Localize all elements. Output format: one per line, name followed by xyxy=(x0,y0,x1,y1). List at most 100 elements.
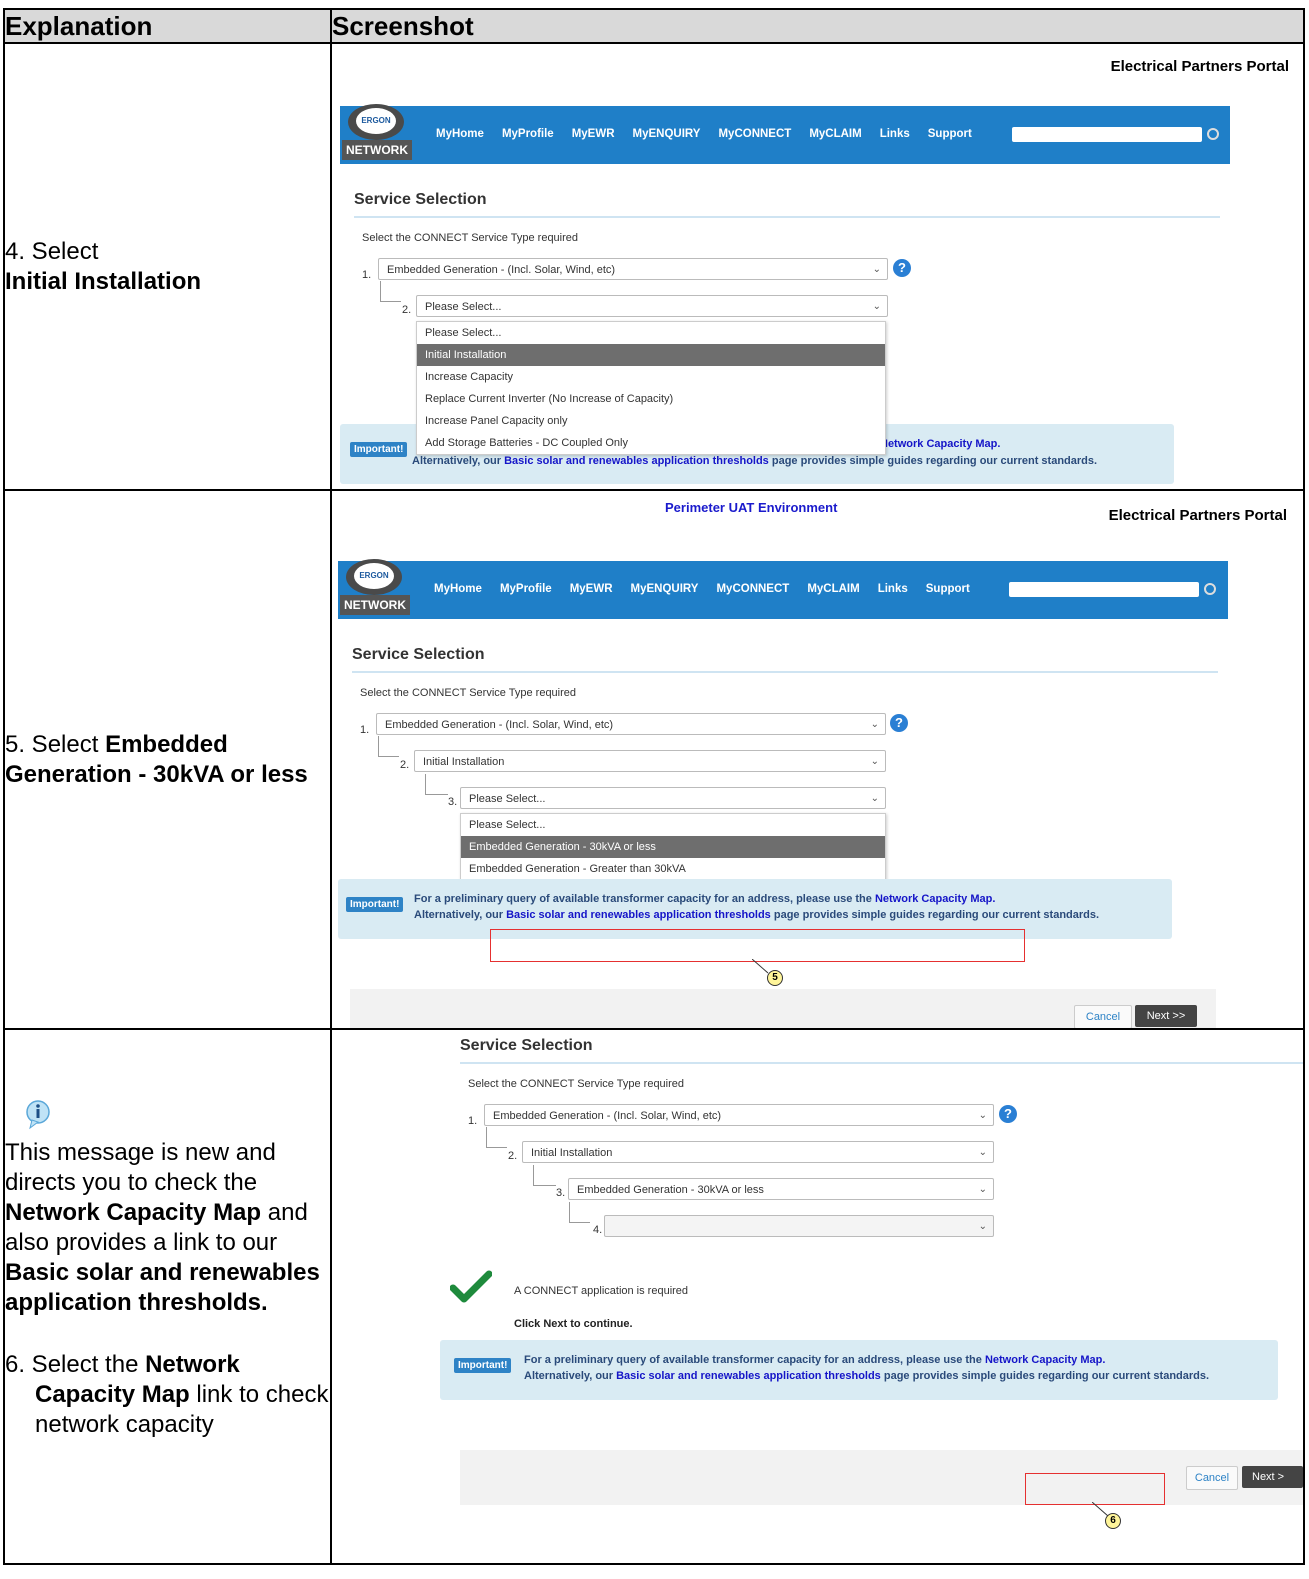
service-type-select-2[interactable]: Please Select... ⌄ xyxy=(416,295,888,317)
nav-myenquiry[interactable]: MyENQUIRY xyxy=(633,128,701,140)
nav-myewr[interactable]: MyEWR xyxy=(570,583,613,595)
dropdown-option[interactable]: Increase Capacity xyxy=(417,366,885,388)
nav-myenquiry[interactable]: MyENQUIRY xyxy=(631,583,699,595)
service-type-select-2[interactable]: Initial Installation ⌄ xyxy=(414,750,886,772)
checkmark-icon xyxy=(450,1270,492,1303)
tree-connector xyxy=(486,1127,507,1148)
chevron-down-icon: ⌄ xyxy=(870,719,879,730)
chevron-down-icon: ⌄ xyxy=(870,793,879,804)
dropdown-option[interactable]: Please Select... xyxy=(461,814,885,836)
highlight-box-5 xyxy=(490,929,1025,962)
dropdown-option[interactable]: Embedded Generation - Greater than 30kVA xyxy=(461,858,885,880)
instruction-table: Explanation Screenshot 4. Select Initial… xyxy=(3,8,1305,1565)
step-number-3: 3. xyxy=(448,796,458,808)
nav-links-item[interactable]: Links xyxy=(880,128,910,140)
service-type-select-2[interactable]: Initial Installation ⌄ xyxy=(522,1141,994,1163)
next-button[interactable]: Next > xyxy=(1242,1466,1302,1488)
basic-solar-thresholds-link[interactable]: Basic solar and renewables application t… xyxy=(616,1370,881,1382)
dropdown-option[interactable]: Replace Current Inverter (No Increase of… xyxy=(417,388,885,410)
form-footer xyxy=(460,1450,1302,1505)
step-number-2: 2. xyxy=(400,759,410,771)
uat-environment-label: Perimeter UAT Environment xyxy=(665,500,838,515)
nav-myprofile[interactable]: MyProfile xyxy=(500,583,552,595)
chevron-down-icon: ⌄ xyxy=(872,301,881,312)
tree-connector xyxy=(569,1202,590,1223)
network-capacity-map-link[interactable]: Network Capacity Map. xyxy=(875,893,995,905)
explanation-step-4: 4. Select Initial Installation xyxy=(3,42,332,491)
nav-myconnect[interactable]: MyCONNECT xyxy=(716,583,789,595)
nav-myclaim[interactable]: MyCLAIM xyxy=(807,583,859,595)
explanation-step-5: 5. Select Embedded Generation - 30kVA or… xyxy=(3,489,332,1030)
nav-support[interactable]: Support xyxy=(926,583,970,595)
nav-links: MyHome MyProfile MyEWR MyENQUIRY MyCONNECT My… xyxy=(436,128,990,140)
header-screenshot: Screenshot xyxy=(330,8,1305,44)
screenshot-step-4: Electrical Partners Portal ERGON NETWORK… xyxy=(330,42,1305,491)
service-type-select-1[interactable]: Embedded Generation - (Incl. Solar, Wind… xyxy=(484,1104,994,1126)
dropdown-option[interactable]: Add Storage Batteries - DC Coupled Only xyxy=(417,432,885,454)
search-icon[interactable] xyxy=(1204,583,1216,595)
service-type-select-3[interactable]: Embedded Generation - 30kVA or less ⌄ xyxy=(568,1178,994,1200)
step-6-prefix: 6. Select the xyxy=(5,1351,146,1378)
tree-connector xyxy=(380,281,401,302)
service-type-prompt: Select the CONNECT Service Type required xyxy=(468,1078,685,1090)
explanation-step-6: This message is new and directs you to c… xyxy=(3,1028,332,1565)
service-type-prompt: Select the CONNECT Service Type required xyxy=(362,232,579,244)
tree-connector xyxy=(425,774,448,795)
nav-myconnect[interactable]: MyCONNECT xyxy=(718,128,791,140)
basic-solar-thresholds-link[interactable]: Basic solar and renewables application t… xyxy=(506,909,771,921)
service-type-select-1[interactable]: Embedded Generation - (Incl. Solar, Wind… xyxy=(376,713,886,735)
basic-solar-thresholds-link[interactable]: Basic solar and renewables application t… xyxy=(504,455,769,467)
note-d: Basic solar and renewables application t… xyxy=(5,1259,320,1316)
dropdown-option[interactable]: Increase Panel Capacity only xyxy=(417,410,885,432)
search-input[interactable] xyxy=(1009,582,1199,597)
nav-myewr[interactable]: MyEWR xyxy=(572,128,615,140)
network-capacity-map-link[interactable]: Network Capacity Map. xyxy=(880,438,1000,450)
help-icon[interactable]: ? xyxy=(999,1105,1017,1123)
header-explanation: Explanation xyxy=(3,8,332,44)
service-selection-title: Service Selection xyxy=(352,646,485,663)
chevron-down-icon: ⌄ xyxy=(978,1184,987,1195)
step-4-prefix: 4. Select xyxy=(5,237,99,265)
search-input[interactable] xyxy=(1012,127,1202,142)
dropdown-option[interactable]: Please Select... xyxy=(417,322,885,344)
chevron-down-icon: ⌄ xyxy=(978,1221,987,1232)
nav-myhome[interactable]: MyHome xyxy=(436,128,484,140)
next-button[interactable]: Next >> xyxy=(1135,1005,1197,1027)
help-icon[interactable]: ? xyxy=(890,714,908,732)
nav-myprofile[interactable]: MyProfile xyxy=(502,128,554,140)
chevron-down-icon: ⌄ xyxy=(978,1110,987,1121)
portal-title: Electrical Partners Portal xyxy=(1108,507,1287,524)
info-line-1: For a preliminary query of available tra… xyxy=(414,893,996,905)
service-type-dropdown-3[interactable]: Please Select... Embedded Generation - 3… xyxy=(460,813,886,881)
info-icon xyxy=(26,1100,50,1130)
nav-myclaim[interactable]: MyCLAIM xyxy=(809,128,861,140)
cancel-button[interactable]: Cancel xyxy=(1074,1005,1132,1027)
service-type-dropdown-2[interactable]: Please Select... Initial Installation In… xyxy=(416,321,886,455)
cancel-button[interactable]: Cancel xyxy=(1186,1466,1238,1490)
nav-links-item[interactable]: Links xyxy=(878,583,908,595)
info-line-2: Alternatively, our Basic solar and renew… xyxy=(414,909,1100,921)
callout-6: 6 xyxy=(1105,1513,1121,1529)
service-type-select-4[interactable]: ⌄ xyxy=(604,1215,994,1237)
nav-myhome[interactable]: MyHome xyxy=(434,583,482,595)
service-type-select-1[interactable]: Embedded Generation - (Incl. Solar, Wind… xyxy=(378,258,888,280)
highlight-box-6 xyxy=(1025,1473,1165,1505)
callout-5: 5 xyxy=(767,970,783,986)
dropdown-option-selected[interactable]: Embedded Generation - 30kVA or less xyxy=(461,836,885,858)
info-line-2: Alternatively, our Basic solar and renew… xyxy=(524,1370,1210,1382)
dropdown-option-selected[interactable]: Initial Installation xyxy=(417,344,885,366)
network-capacity-map-link[interactable]: Network Capacity Map. xyxy=(985,1354,1105,1366)
service-selection-title: Service Selection xyxy=(460,1037,593,1054)
title-underline xyxy=(354,216,1220,218)
important-badge: Important! xyxy=(346,897,404,912)
help-icon[interactable]: ? xyxy=(893,259,911,277)
nav-support[interactable]: Support xyxy=(928,128,972,140)
search-icon[interactable] xyxy=(1207,128,1219,140)
service-type-select-3[interactable]: Please Select... ⌄ xyxy=(460,787,886,809)
title-underline xyxy=(352,671,1218,673)
title-underline xyxy=(460,1062,1302,1064)
chevron-down-icon: ⌄ xyxy=(978,1147,987,1158)
screenshot-step-5: Perimeter UAT Environment Electrical Par… xyxy=(330,489,1305,1030)
service-type-prompt: Select the CONNECT Service Type required xyxy=(360,687,577,699)
step-4-bold: Initial Installation xyxy=(5,267,202,295)
